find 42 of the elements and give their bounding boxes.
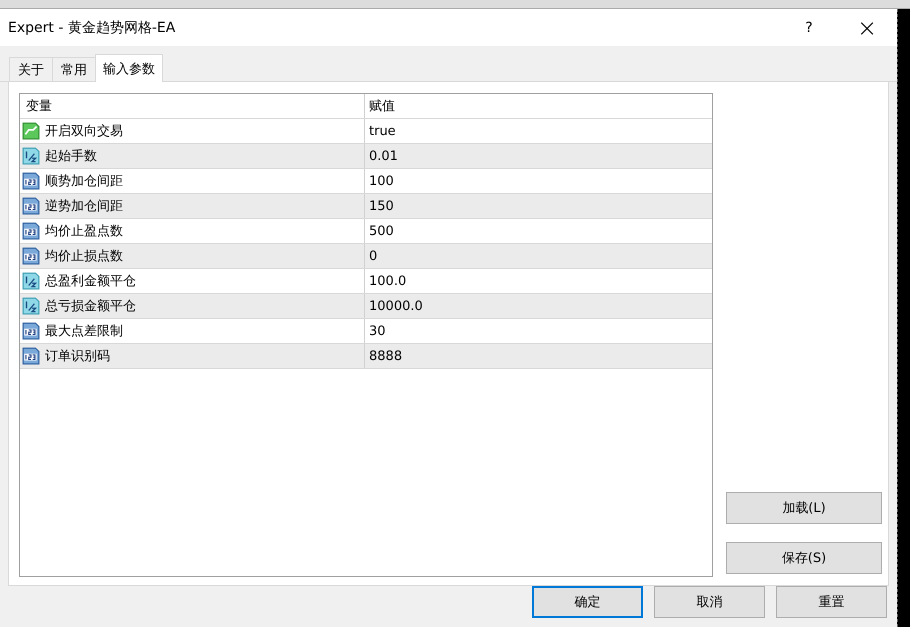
- parameter-name: 均价止盈点数: [45, 223, 123, 240]
- number-icon: [22, 347, 40, 365]
- parameter-value[interactable]: 0.01: [365, 144, 712, 168]
- parameter-value[interactable]: 100: [365, 169, 712, 193]
- window-title: Expert - 黄金趋势网格-EA: [8, 18, 176, 36]
- parameter-name: 起始手数: [45, 148, 97, 165]
- fraction-icon: [22, 297, 40, 315]
- parameter-name: 开启双向交易: [45, 123, 123, 140]
- parameter-value[interactable]: 500: [365, 219, 712, 243]
- cancel-button[interactable]: 取消: [654, 586, 765, 618]
- number-icon: [22, 197, 40, 215]
- ok-button[interactable]: 确定: [532, 586, 643, 618]
- number-icon: [22, 247, 40, 265]
- column-header: 赋值: [368, 98, 396, 116]
- help-button[interactable]: ?: [781, 9, 837, 46]
- parameter-name: 订单识别码: [45, 348, 110, 365]
- parameter-value[interactable]: true: [365, 119, 712, 143]
- parameter-value[interactable]: 0: [365, 244, 712, 268]
- number-icon: [22, 222, 40, 240]
- number-icon: [22, 322, 40, 340]
- tab[interactable]: 关于: [9, 57, 53, 81]
- fraction-icon: [22, 147, 40, 165]
- number-icon: [22, 172, 40, 190]
- parameter-name: 总亏损金额平仓: [45, 298, 136, 315]
- load-button[interactable]: 加载(L): [726, 492, 882, 524]
- close-button[interactable]: ×: [839, 9, 895, 46]
- parameter-value[interactable]: 30: [365, 319, 712, 343]
- parameter-name: 总盈利金额平仓: [45, 273, 136, 290]
- parameter-name: 顺势加仓间距: [45, 173, 123, 190]
- parameter-value[interactable]: 8888: [365, 344, 712, 368]
- fraction-icon: [22, 272, 40, 290]
- column-header: 变量: [20, 94, 365, 118]
- parameter-name: 均价止损点数: [45, 248, 123, 265]
- parameter-value[interactable]: 150: [365, 194, 712, 218]
- parameter-value[interactable]: 10000.0: [365, 294, 712, 318]
- switch-icon: [22, 122, 40, 140]
- parameter-name: 逆势加仓间距: [45, 198, 123, 215]
- parameter-name: 最大点差限制: [45, 323, 123, 340]
- reset-button[interactable]: 重置: [776, 586, 887, 618]
- tab[interactable]: 输入参数: [95, 54, 163, 82]
- save-button[interactable]: 保存(S): [726, 542, 882, 574]
- parameter-value[interactable]: 100.0: [365, 269, 712, 293]
